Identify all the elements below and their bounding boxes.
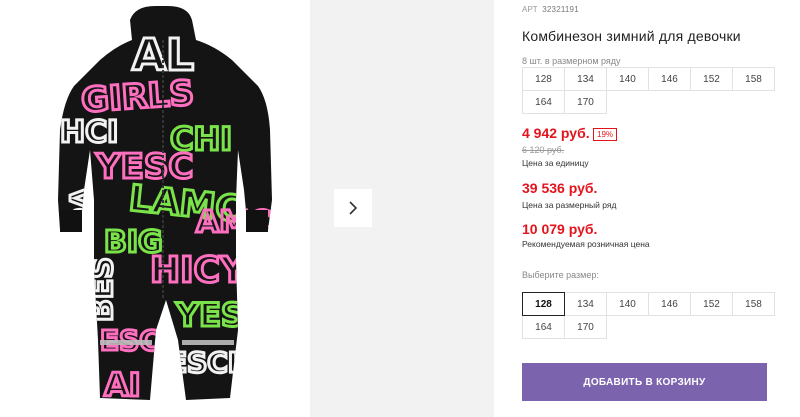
retail-price-note: Рекомендуемая розничная цена xyxy=(522,239,650,249)
product-main-image[interactable]: AL GIRLS HCI CHI YESC LAMC VCIHI AMCH BI… xyxy=(0,0,310,417)
chevron-right-icon xyxy=(349,201,358,215)
row-price: 39 536 руб. xyxy=(522,180,598,196)
size-option-146[interactable]: 146 xyxy=(648,292,691,316)
retail-price: 10 079 руб. xyxy=(522,221,598,237)
pack-size-cell: 140 xyxy=(606,67,649,91)
discount-badge: 19% xyxy=(593,128,618,141)
pack-size-cell: 134 xyxy=(564,67,607,91)
add-to-cart-button[interactable]: ДОБАВИТЬ В КОРЗИНУ xyxy=(522,363,767,401)
print-letters: GIRLS xyxy=(80,73,195,121)
pack-size-cell: 164 xyxy=(522,90,565,114)
size-option-128[interactable]: 128 xyxy=(522,292,565,316)
pack-size-cell: 170 xyxy=(564,90,607,114)
article-value: 32321191 xyxy=(542,5,579,14)
gallery-next-button[interactable] xyxy=(334,189,372,227)
product-title: Комбинезон зимний для девочки xyxy=(522,28,741,44)
size-option-134[interactable]: 134 xyxy=(564,292,607,316)
pack-size-cell: 128 xyxy=(522,67,565,91)
print-letters: AI xyxy=(104,366,141,404)
size-option-158[interactable]: 158 xyxy=(732,292,775,316)
print-letters: HICY xyxy=(150,250,247,291)
pack-sizes-grid: 128 134 140 146 152 158 164 170 xyxy=(522,67,775,114)
size-option-164[interactable]: 164 xyxy=(522,315,565,339)
article-label: АРТ xyxy=(522,5,538,14)
pack-size-note: 8 шт. в размерном ряду xyxy=(522,56,621,66)
choose-size-label: Выберите размер: xyxy=(522,270,599,280)
print-letters: ESCH xyxy=(168,346,251,379)
size-option-140[interactable]: 140 xyxy=(606,292,649,316)
unit-price: 4 942 руб. xyxy=(522,125,590,141)
old-price: 6 120 руб. xyxy=(522,145,565,155)
jumpsuit-illustration: AL GIRLS HCI CHI YESC LAMC VCIHI AMCH BI… xyxy=(58,6,272,404)
size-option-170[interactable]: 170 xyxy=(564,315,607,339)
unit-price-note: Цена за единицу xyxy=(522,158,589,168)
size-selector: 128 134 140 146 152 158 164 170 xyxy=(522,292,775,339)
pack-size-cell: 158 xyxy=(732,67,775,91)
print-letters: HCI xyxy=(60,115,118,150)
print-letters: YESC xyxy=(175,296,268,334)
print-letters: BES xyxy=(85,257,120,322)
article-number: АРТ 32321191 xyxy=(522,5,579,14)
pack-size-cell: 146 xyxy=(648,67,691,91)
row-price-note: Цена за размерный ряд xyxy=(522,200,617,210)
pack-size-cell: 152 xyxy=(690,67,733,91)
size-option-152[interactable]: 152 xyxy=(690,292,733,316)
